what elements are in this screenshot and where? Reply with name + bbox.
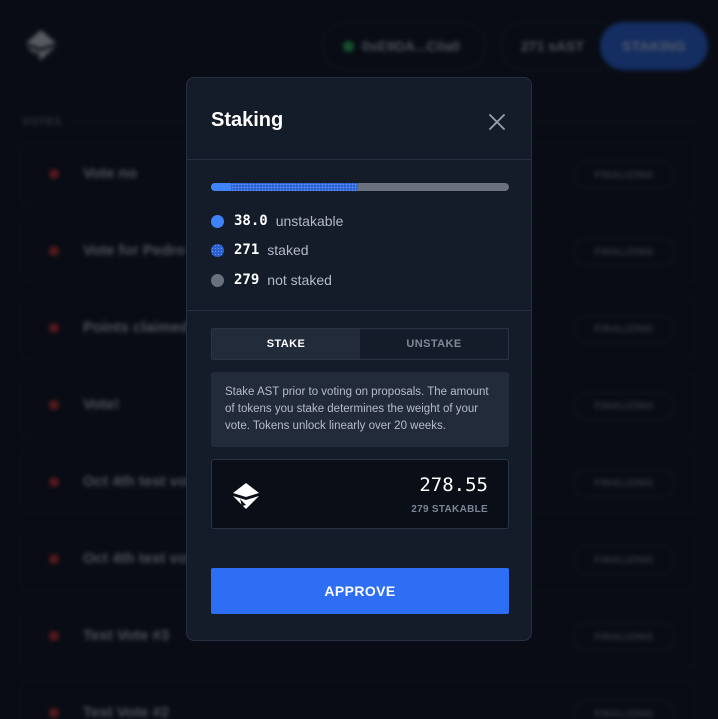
progress-staked-segment (230, 183, 359, 191)
divider (187, 310, 531, 311)
unstakable-label: unstakable (275, 213, 344, 229)
stakable-amount-text: 279 STAKABLE (411, 504, 488, 515)
close-icon[interactable] (485, 110, 509, 134)
stakable-amount-hint[interactable]: 279 STAKABLE (411, 504, 488, 515)
stake-unstake-tabs: STAKE UNSTAKE (211, 328, 509, 360)
approve-button[interactable]: APPROVE (211, 568, 509, 614)
unstakable-dot-icon (211, 214, 224, 228)
progress-unstakable-segment (211, 183, 231, 191)
staked-dot-icon (211, 243, 224, 257)
amount-field[interactable]: 279 STAKABLE (211, 459, 509, 529)
legend-not-staked: 279 not staked (211, 272, 332, 288)
legend-unstakable: 38.0 unstakable (211, 213, 343, 229)
modal-title: Staking (211, 109, 284, 131)
modal-header: Staking (187, 78, 531, 160)
stake-amount-input[interactable] (308, 474, 488, 496)
not-staked-label: not staked (267, 272, 332, 288)
staked-label: staked (267, 242, 309, 258)
ast-token-icon (230, 480, 262, 512)
tab-stake[interactable]: STAKE (212, 329, 360, 359)
staked-value: 271 (234, 242, 260, 258)
stake-progress-bar (211, 183, 509, 191)
legend-staked: 271 staked (211, 242, 309, 258)
unstakable-value: 38.0 (234, 213, 268, 229)
not-staked-value: 279 (234, 272, 260, 288)
tab-unstake[interactable]: UNSTAKE (360, 329, 508, 359)
not-staked-dot-icon (211, 273, 224, 287)
staking-info-text: Stake AST prior to voting on proposals. … (211, 372, 509, 447)
staking-modal: Staking 38.0 unstakable 271 staked 279 n… (186, 77, 532, 641)
